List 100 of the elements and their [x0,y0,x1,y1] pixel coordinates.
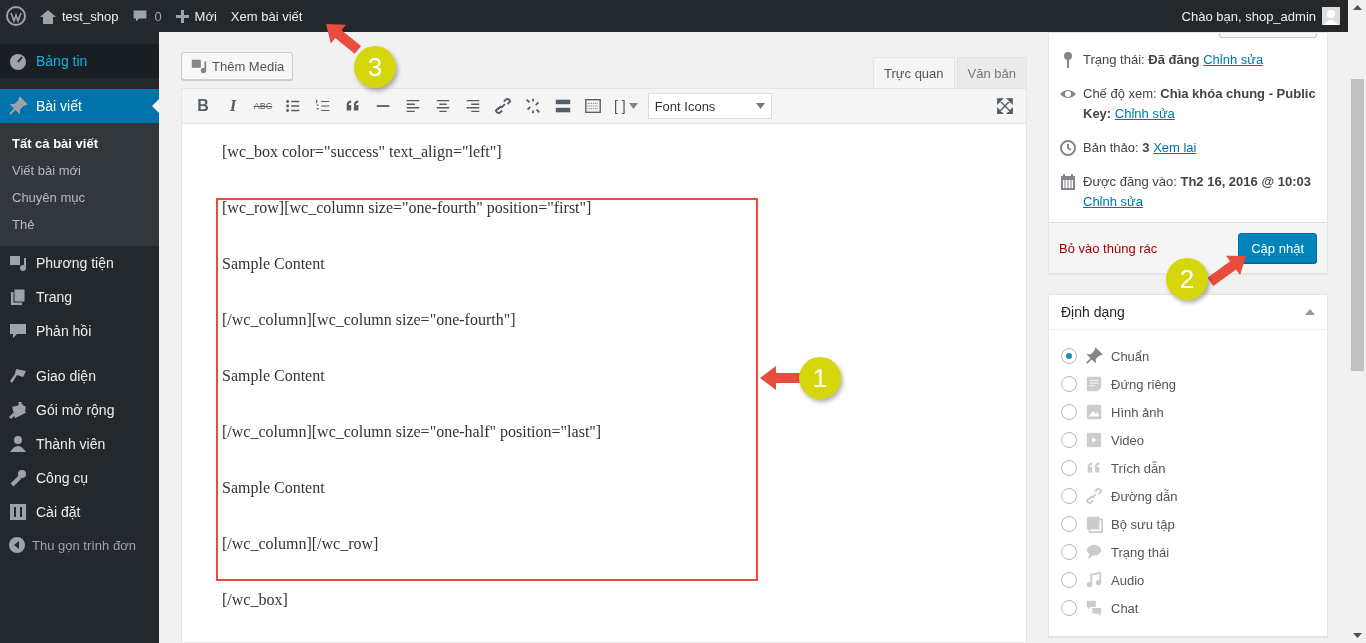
sidebar-item[interactable]: Phản hồi [0,314,159,348]
wrench-icon [8,468,28,488]
trash-link[interactable]: Bỏ vào thùng rác [1059,240,1158,256]
dashboard-icon [8,51,28,71]
submenu-item[interactable]: Chuyên mục [0,184,159,211]
update-button[interactable]: Cập nhật [1238,233,1317,263]
format-radio[interactable] [1061,376,1077,392]
bold-button[interactable]: B [188,91,218,121]
sidebar-item[interactable]: Bài viết [0,89,159,123]
settings-icon [8,502,28,522]
editor-paragraph: Sample Content [222,366,325,387]
scroll-up-icon[interactable] [1352,5,1362,10]
format-radio[interactable] [1061,572,1077,588]
link-icon [1085,487,1103,505]
note-icon [1085,375,1103,393]
format-option-label[interactable]: Video [1111,432,1144,448]
format-option-label[interactable]: Đứng riêng [1111,376,1177,392]
pointer-arrow [1207,255,1246,286]
media-icon [190,57,208,75]
shortcode-button[interactable]: [ ] [608,91,644,121]
collapse-icon[interactable] [9,537,25,553]
read-more-icon[interactable] [554,97,572,115]
bulleted-list-icon[interactable] [284,97,302,115]
font-icons-dropdown[interactable]: Font Icons [647,93,772,119]
pin-icon [1085,347,1103,365]
add-media-button[interactable]: Thêm Media [181,52,294,80]
format-option-label[interactable]: Đường dẫn [1111,488,1178,504]
plus-icon [175,9,189,23]
new-link[interactable]: Mới [194,8,217,24]
caret-icon [755,103,765,109]
align-right-icon[interactable] [464,97,482,115]
collapse-menu-link[interactable]: Thu gọn trình đơn [32,537,136,553]
submenu-item[interactable]: Viết bài mới [0,157,159,184]
sidebar-item[interactable]: Cài đặt [0,495,159,529]
history-icon [1059,139,1077,157]
comment-count[interactable]: 0 [154,8,162,24]
format-radio[interactable] [1061,600,1077,616]
editor-paragraph: [/wc_column][wc_column size="one-fourth"] [222,310,516,330]
pointer-arrow [760,366,802,390]
format-option-label[interactable]: Hình ảnh [1111,404,1164,420]
pointer-arrow [326,24,361,54]
collapse-triangle-icon[interactable] [1305,309,1315,315]
format-option-label[interactable]: Chat [1111,600,1139,616]
wordpress-logo-icon[interactable] [6,6,26,26]
sidebar-item[interactable]: Bảng tin [0,44,159,78]
sidebar-item[interactable]: Thành viên [0,427,159,461]
publish-info-link[interactable]: Chỉnh sửa [1114,106,1175,121]
pages-icon [8,287,28,307]
sidebar-item[interactable]: Trang [0,280,159,314]
format-radio[interactable] [1061,404,1077,420]
sidebar-item[interactable]: Giao diện [0,359,159,393]
align-center-icon[interactable] [434,97,452,115]
gallery-icon [1085,515,1103,533]
sidebar-item[interactable]: Phương tiện [0,246,159,280]
sidebar-item[interactable]: Gói mở rộng [0,393,159,427]
scrollbar-thumb[interactable] [1350,79,1364,371]
publish-info-text: Được đăng vào: Th2 16, 2016 @ 10:03 Chỉnh sửa [1083,173,1312,211]
italic-button[interactable]: I [218,91,248,121]
publish-info-text: Chế độ xem: Chìa khóa chung - Public Key: Chỉnh sửa [1083,85,1317,123]
editor-paragraph: Sample Content [222,254,325,275]
publish-info-text: Trạng thái: Đã đăng Chỉnh sửa [1083,51,1264,69]
submenu-item[interactable]: Thẻ [0,211,159,238]
unlink-icon[interactable] [524,97,542,115]
greeting-link[interactable]: Chào bạn, shop_admin [1181,8,1316,24]
publish-info-link[interactable]: Chỉnh sửa [1203,52,1264,67]
format-box-title: Định dạng [1061,304,1125,320]
align-left-icon[interactable] [404,97,422,115]
publish-info-link[interactable]: Chỉnh sửa [1083,194,1143,209]
pin-icon [8,96,28,116]
caret-icon [628,103,638,109]
home-icon [40,8,56,24]
scroll-down-icon[interactable] [1352,633,1362,638]
format-radio[interactable] [1061,544,1077,560]
editor-tab[interactable]: Trực quan [873,57,955,88]
editor-tab[interactable]: Văn bản [956,57,1027,88]
publish-info-link[interactable]: Xem lai [1153,140,1197,155]
editor-paragraph: [/wc_column][wc_column size="one-half" position="last"] [222,422,602,443]
format-option-label[interactable]: Trạng thái [1111,544,1170,560]
fullscreen-icon[interactable] [996,97,1014,115]
editor-paragraph: [/wc_box] [222,590,288,610]
editor-paragraph: Sample Content [222,478,325,499]
link-icon[interactable] [494,97,512,115]
strikethrough-button[interactable]: ABC [248,91,278,121]
format-radio[interactable] [1061,460,1077,476]
keyboard-icon[interactable] [584,97,602,115]
submenu-item[interactable]: Tất cả bài viết [0,130,159,157]
view-post-link[interactable]: Xem bài viết [230,8,303,24]
user-icon [8,434,28,454]
format-option-label[interactable]: Audio [1111,572,1145,588]
format-option-label[interactable]: Trích dẫn [1111,460,1166,476]
format-option-label[interactable]: Chuẩn [1111,348,1150,364]
format-radio[interactable] [1061,432,1077,448]
speech-bubble-icon [1085,543,1103,561]
format-radio[interactable] [1061,348,1077,364]
format-radio[interactable] [1061,488,1077,504]
sidebar-item[interactable]: Công cụ [0,461,159,495]
site-name-link[interactable]: test_shop [62,8,119,24]
format-option-label[interactable]: Bộ sưu tập [1111,516,1175,532]
editor-paragraph: [wc_box color="success" text_align="left"] [222,142,502,163]
format-radio[interactable] [1061,516,1077,532]
